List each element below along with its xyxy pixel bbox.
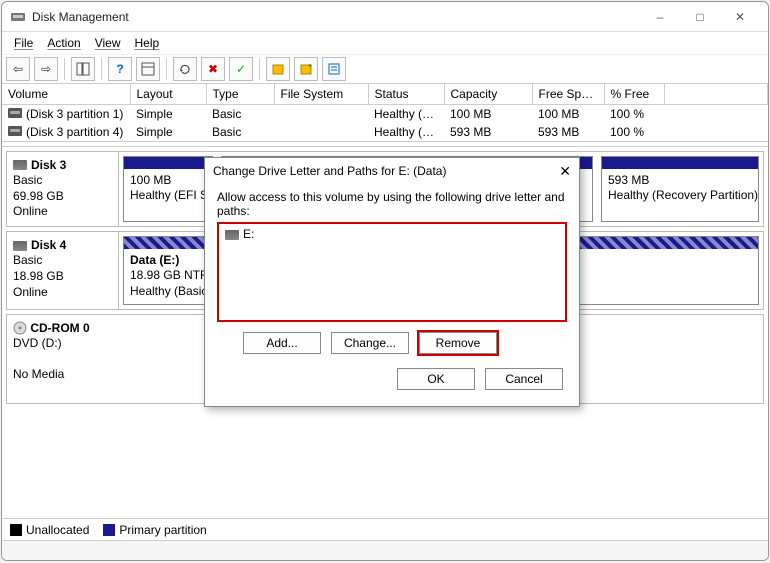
- col-status[interactable]: Status: [368, 84, 444, 104]
- toolbar: ⇦ ⇨ ? ✖ ✓ +: [2, 54, 768, 84]
- col-freespace[interactable]: Free Spa...: [532, 84, 604, 104]
- titlebar: Disk Management – □ ✕: [2, 2, 768, 32]
- apply-button[interactable]: ✓: [229, 57, 253, 81]
- swatch-unallocated: [10, 524, 22, 536]
- menu-bar: File Action View Help: [2, 32, 768, 54]
- help-button[interactable]: ?: [108, 57, 132, 81]
- col-type[interactable]: Type: [206, 84, 274, 104]
- menu-file[interactable]: File: [8, 34, 39, 52]
- change-drive-letter-dialog: Change Drive Letter and Paths for E: (Da…: [204, 157, 580, 407]
- dialog-title: Change Drive Letter and Paths for E: (Da…: [213, 164, 446, 178]
- disk-icon: [13, 160, 27, 170]
- close-button[interactable]: ✕: [720, 3, 760, 31]
- col-filesystem[interactable]: File System: [274, 84, 368, 104]
- view-toggle-button[interactable]: [71, 57, 95, 81]
- back-button[interactable]: ⇦: [6, 57, 30, 81]
- status-bar: [2, 540, 768, 560]
- ok-button[interactable]: OK: [397, 368, 475, 390]
- partition[interactable]: 100 MBHealthy (EFI Sys: [123, 156, 213, 222]
- drive-icon: [225, 230, 239, 240]
- volume-table[interactable]: Volume Layout Type File System Status Ca…: [2, 84, 768, 141]
- app-icon: [10, 9, 26, 25]
- col-volume[interactable]: Volume: [2, 84, 130, 104]
- disk-icon: [13, 241, 27, 251]
- svg-text:+: +: [308, 63, 312, 70]
- change-button[interactable]: Change...: [331, 332, 409, 354]
- window-title: Disk Management: [32, 10, 129, 24]
- delete-button[interactable]: ✖: [201, 57, 225, 81]
- volume-icon: [8, 126, 22, 136]
- refresh-button[interactable]: [173, 57, 197, 81]
- dialog-prompt: Allow access to this volume by using the…: [217, 190, 567, 218]
- add-button[interactable]: Add...: [243, 332, 321, 354]
- list-item[interactable]: E:: [219, 224, 565, 244]
- volume-icon: [8, 108, 22, 118]
- dialog-close-button[interactable]: ✕: [559, 163, 571, 180]
- minimize-button[interactable]: –: [640, 3, 680, 31]
- drive-paths-listbox[interactable]: E:: [217, 222, 567, 322]
- properties-button[interactable]: [322, 57, 346, 81]
- col-capacity[interactable]: Capacity: [444, 84, 532, 104]
- partition[interactable]: 593 MBHealthy (Recovery Partition): [601, 156, 759, 222]
- new-volume-button[interactable]: [266, 57, 290, 81]
- menu-action[interactable]: Action: [41, 34, 86, 52]
- forward-button[interactable]: ⇨: [34, 57, 58, 81]
- menu-view[interactable]: View: [89, 34, 127, 52]
- col-layout[interactable]: Layout: [130, 84, 206, 104]
- menu-help[interactable]: Help: [129, 34, 166, 52]
- col-pctfree[interactable]: % Free: [604, 84, 664, 104]
- swatch-primary: [103, 524, 115, 536]
- maximize-button[interactable]: □: [680, 3, 720, 31]
- extend-button[interactable]: +: [294, 57, 318, 81]
- settings-button[interactable]: [136, 57, 160, 81]
- cdrom-icon: [13, 321, 27, 335]
- cancel-button[interactable]: Cancel: [485, 368, 563, 390]
- table-row[interactable]: (Disk 3 partition 1) Simple Basic Health…: [2, 104, 768, 123]
- table-row[interactable]: (Disk 3 partition 4) Simple Basic Health…: [2, 123, 768, 141]
- legend: Unallocated Primary partition: [2, 518, 768, 540]
- remove-button[interactable]: Remove: [419, 332, 497, 354]
